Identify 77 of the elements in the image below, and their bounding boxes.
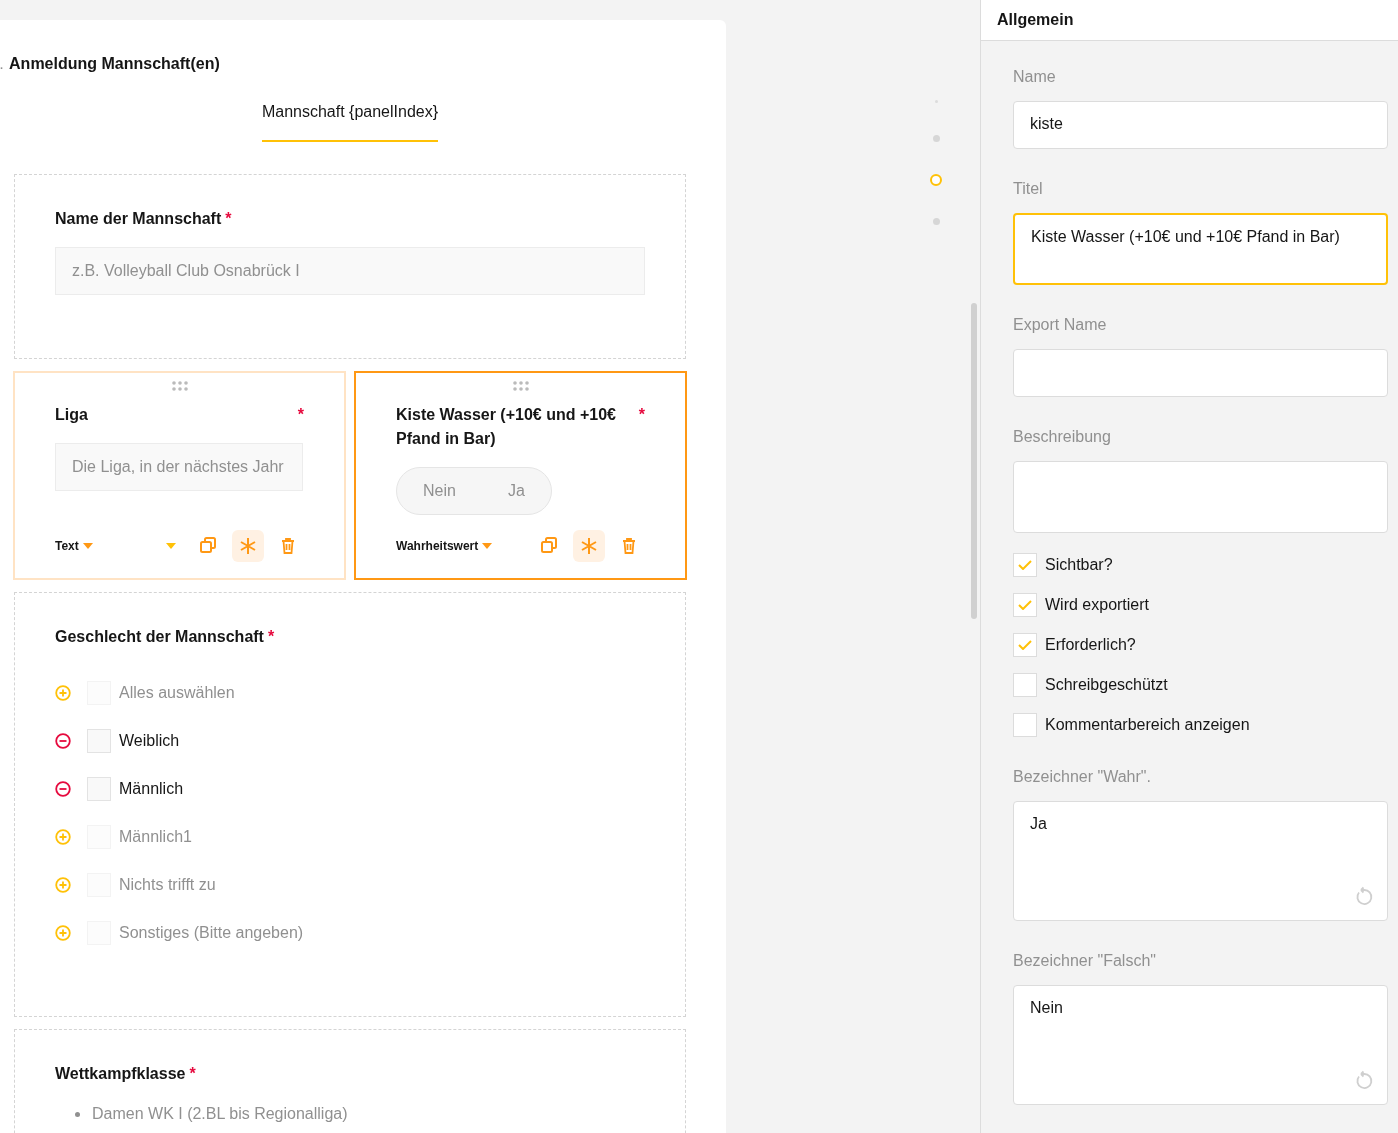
field-value: Nein — [1030, 999, 1063, 1016]
required-asterisk: * — [638, 405, 645, 425]
caret-icon[interactable] — [166, 543, 176, 549]
reset-icon[interactable] — [1353, 1070, 1375, 1092]
choice-label: Alles auswählen — [119, 683, 235, 703]
question-title: Name der Mannschaft — [55, 210, 222, 227]
checkbox[interactable] — [87, 777, 111, 801]
asterisk-icon — [580, 537, 598, 555]
panel-tab[interactable]: Mannschaft {panelIndex} — [261, 100, 439, 142]
reset-icon[interactable] — [1353, 886, 1375, 908]
question-title: Liga — [55, 405, 88, 425]
required-asterisk: * — [225, 210, 232, 227]
question-title: Kiste Wasser (+10€ und +10€ Pfand in Bar) — [396, 405, 617, 449]
choice-label: Nichts trifft zu — [119, 875, 216, 895]
text-input-field[interactable]: z.B. Volleyball Club Osnabrück I — [55, 247, 645, 295]
question-title: Geschlecht der Mannschaft — [55, 628, 264, 645]
field-value: Kiste Wasser (+10€ und +10€ Pfand in Bar) — [1031, 228, 1340, 245]
choice-label: Sonstiges (Bitte angeben) — [119, 923, 304, 943]
question-card[interactable]: Liga * Die Liga, in der nächstes Jahr Text — [13, 371, 346, 580]
panel-tab[interactable]: Allgemein — [997, 8, 1074, 32]
question-title: Anmeldung Mannschaft(en) — [9, 54, 220, 74]
checkmark-icon — [1018, 560, 1032, 570]
field-value: Ja — [1030, 815, 1047, 832]
checkbox[interactable] — [87, 729, 111, 753]
required-toggle[interactable] — [232, 530, 264, 562]
field-label: Titel — [1013, 179, 1044, 199]
question-card[interactable]: Kiste Wasser (+10€ und +10€ Pfand in Bar) * Nein Ja Wahrheitswert — [354, 371, 687, 580]
checkbox[interactable] — [1013, 673, 1037, 697]
checkbox[interactable] — [1013, 593, 1037, 617]
minus-circle-icon[interactable] — [55, 781, 71, 797]
checkbox-label: Sichtbar? — [1045, 555, 1113, 575]
question-title: Wettkampfklasse — [55, 1065, 186, 1082]
text-field[interactable] — [1013, 349, 1388, 397]
text-field[interactable]: Ja — [1013, 801, 1388, 921]
checkbox[interactable] — [1013, 633, 1037, 657]
scrollbar[interactable] — [971, 303, 977, 619]
required-toggle[interactable] — [573, 530, 605, 562]
question-number: . — [0, 58, 4, 73]
choice-label: Männlich — [119, 779, 184, 799]
caret-icon — [82, 543, 93, 549]
field-label: Export Name — [1013, 315, 1108, 335]
field-label: Name — [1013, 67, 1057, 87]
plus-circle-icon[interactable] — [55, 829, 71, 845]
asterisk-icon — [239, 537, 257, 555]
field-label: Bezeichner "Falsch" — [1013, 951, 1157, 971]
checkbox[interactable] — [1013, 713, 1037, 737]
bullet-icon — [75, 1111, 80, 1117]
plus-circle-icon[interactable] — [55, 685, 71, 701]
list-item: Damen WK I (2.BL bis Regionalliga) — [92, 1104, 348, 1124]
text-field[interactable] — [1013, 461, 1388, 533]
checkbox-label: Schreibgeschützt — [1045, 675, 1168, 695]
checkbox-label: Wird exportiert — [1045, 595, 1150, 615]
choice-label: Weiblich — [119, 731, 180, 751]
field-label: Beschreibung — [1013, 427, 1112, 447]
caret-icon — [482, 543, 493, 549]
text-field[interactable]: Nein — [1013, 985, 1388, 1105]
type-dropdown[interactable]: Text — [55, 537, 93, 555]
field-label: Bezeichner "Wahr". — [1013, 767, 1152, 787]
plus-circle-icon[interactable] — [55, 925, 71, 941]
required-asterisk: * — [189, 1065, 196, 1082]
text-input-field[interactable]: Die Liga, in der nächstes Jahr — [55, 443, 303, 491]
required-asterisk: * — [297, 405, 304, 425]
field-value: kiste — [1030, 115, 1063, 132]
drag-handle-icon[interactable] — [171, 381, 188, 391]
checkmark-icon — [1018, 600, 1032, 610]
checkbox-label: Erforderlich? — [1045, 635, 1136, 655]
checkbox-label: Kommentarbereich anzeigen — [1045, 715, 1250, 735]
drag-handle-icon[interactable] — [512, 381, 529, 391]
choice-label: Männlich1 — [119, 827, 192, 847]
checkmark-icon — [1018, 640, 1032, 650]
checkbox[interactable] — [1013, 553, 1037, 577]
text-field[interactable]: Kiste Wasser (+10€ und +10€ Pfand in Bar) — [1013, 213, 1388, 285]
required-asterisk: * — [267, 628, 275, 645]
minus-circle-icon[interactable] — [55, 733, 71, 749]
text-field[interactable]: kiste — [1013, 101, 1388, 149]
plus-circle-icon[interactable] — [55, 877, 71, 893]
type-dropdown[interactable]: Wahrheitswert — [396, 537, 493, 555]
